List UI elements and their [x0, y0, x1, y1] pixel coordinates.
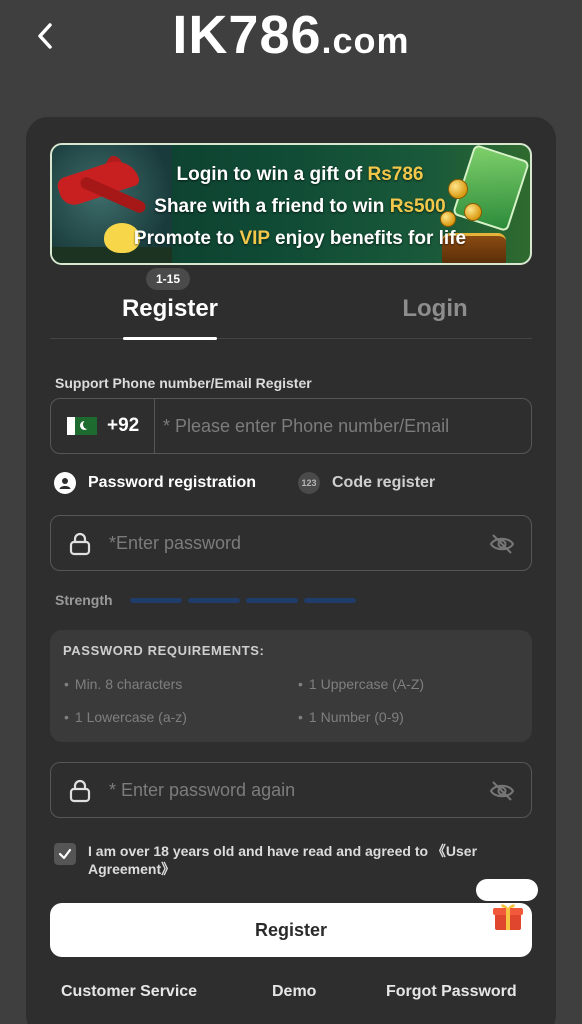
phone-field: +92	[50, 398, 532, 454]
agreement-text[interactable]: I am over 18 years old and have read and…	[88, 842, 528, 878]
registration-mode-row: Password registration 123 Code register	[54, 472, 524, 498]
requirements-title: PASSWORD REQUIREMENTS:	[63, 643, 265, 658]
country-code: +92	[107, 415, 140, 436]
code-register-label: Code register	[332, 474, 436, 491]
requirement-item: 1 Lowercase (a-z)	[64, 709, 187, 725]
brand-logo: IK786.com	[0, 4, 582, 66]
requirement-item: Min. 8 characters	[64, 676, 182, 692]
banner-line-3: Promote to VIP enjoy benefits for life	[133, 228, 467, 249]
tab-login[interactable]: Login	[375, 289, 495, 339]
customer-service-link[interactable]: Customer Service	[61, 983, 197, 1001]
agree-checkbox[interactable]	[54, 843, 76, 865]
lock-icon	[69, 532, 91, 556]
register-button[interactable]: Register	[50, 903, 532, 957]
requirement-item: 1 Number (0-9)	[298, 709, 404, 725]
brand-suffix: .com	[321, 20, 410, 61]
gift-icon[interactable]	[492, 901, 524, 931]
register-card: Login to win a gift of Rs786 Share with …	[26, 117, 556, 1024]
promo-banner[interactable]: Login to win a gift of Rs786 Share with …	[50, 143, 532, 265]
auth-tabs: Register Login	[50, 289, 532, 340]
strength-bar	[188, 598, 240, 603]
country-code-selector[interactable]: +92	[51, 399, 155, 453]
phone-email-input[interactable]	[163, 399, 523, 453]
banner-line-1: Login to win a gift of Rs786	[176, 164, 424, 185]
password-requirements-box: PASSWORD REQUIREMENTS: Min. 8 characters…	[50, 630, 532, 742]
pakistan-flag-icon	[67, 417, 97, 435]
strength-bar	[130, 598, 182, 603]
password-field	[50, 515, 532, 571]
password-registration-option[interactable]: Password registration	[54, 472, 256, 494]
strength-bar	[304, 598, 356, 603]
eye-off-icon[interactable]	[489, 531, 515, 557]
demo-link[interactable]: Demo	[272, 983, 316, 1001]
banner-page-badge: 1-15	[146, 268, 191, 290]
confirm-password-input[interactable]	[109, 763, 479, 817]
requirement-item: 1 Uppercase (A-Z)	[298, 676, 424, 692]
lock-icon	[69, 779, 91, 803]
strength-label: Strength	[55, 592, 113, 608]
forgot-password-link[interactable]: Forgot Password	[386, 983, 517, 1001]
strength-meter	[130, 598, 356, 603]
top-bar: IK786.com	[0, 0, 582, 80]
eye-off-icon[interactable]	[489, 778, 515, 804]
brand-main: IK786	[172, 5, 322, 65]
tab-register[interactable]: Register	[120, 289, 220, 340]
user-icon	[54, 472, 76, 494]
strength-bar	[246, 598, 298, 603]
gift-tooltip	[476, 879, 538, 901]
checkmark-icon	[58, 848, 72, 860]
password-input[interactable]	[109, 516, 479, 570]
register-method-label: Support Phone number/Email Register	[55, 375, 312, 391]
banner-line-2: Share with a friend to win Rs500	[154, 196, 446, 217]
code-register-option[interactable]: 123 Code register	[298, 472, 435, 494]
numbers-icon: 123	[298, 472, 320, 494]
footer-links: Customer Service Demo Forgot Password	[26, 983, 556, 1007]
confirm-password-field	[50, 762, 532, 818]
password-registration-label: Password registration	[88, 474, 257, 491]
banner-text: Login to win a gift of Rs786 Share with …	[52, 159, 530, 255]
